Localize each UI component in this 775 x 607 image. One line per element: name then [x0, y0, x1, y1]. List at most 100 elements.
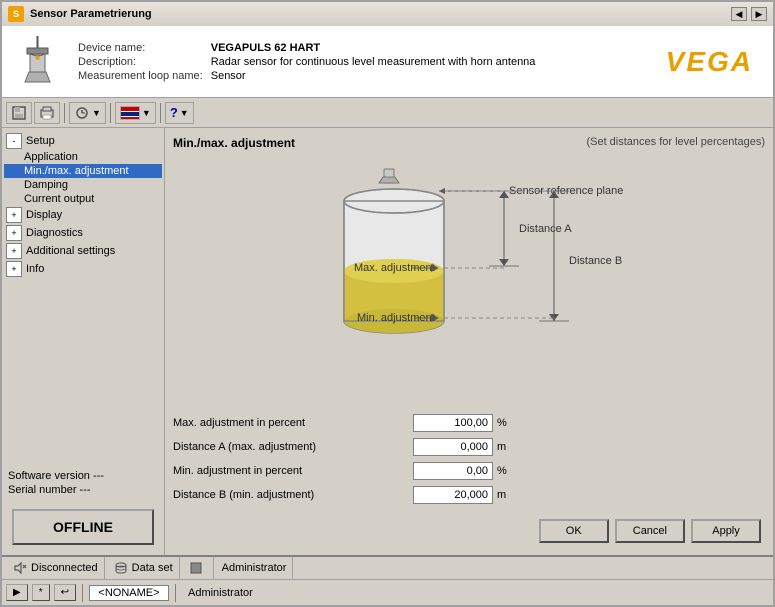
taskbar-sep-2 — [175, 584, 176, 602]
apply-button[interactable]: Apply — [691, 519, 761, 543]
additional-settings-label: Additional settings — [26, 245, 115, 257]
form-label-3: Distance B (min. adjustment) — [173, 489, 413, 501]
cancel-button[interactable]: Cancel — [615, 519, 685, 543]
offline-button[interactable]: OFFLINE — [12, 509, 154, 545]
min-max-label: Min./max. adjustment — [24, 165, 129, 177]
form-row-2: Min. adjustment in percent % — [173, 459, 765, 483]
form-area: Max. adjustment in percent % Distance A … — [173, 407, 765, 511]
application-label: Application — [24, 151, 78, 163]
taskbar-sep — [82, 584, 83, 602]
sidebar-item-damping[interactable]: Damping — [4, 178, 162, 192]
main-window: Device name: VEGAPULS 62 HART Descriptio… — [0, 26, 775, 607]
main-panel: Min./max. adjustment (Set distances for … — [165, 128, 773, 555]
ok-button[interactable]: OK — [539, 519, 609, 543]
display-expander[interactable]: + — [6, 207, 22, 223]
language-dropdown[interactable]: ▼ — [115, 102, 156, 124]
status-administrator: Administrator — [216, 557, 294, 579]
taskbar: ▶ * ↩ <NONAME> Administrator — [2, 579, 773, 605]
dataset-label: Data set — [132, 562, 173, 574]
status-dataset: Data set — [107, 557, 180, 579]
dataset-icon — [113, 560, 129, 576]
svg-text:Distance A: Distance A — [519, 223, 572, 235]
taskbar-name-field: <NONAME> — [89, 585, 169, 601]
min-adjustment-percent-input[interactable] — [413, 462, 493, 480]
additional-settings-expander[interactable]: + — [6, 243, 22, 259]
description-value: Radar sensor for continuous level measur… — [207, 55, 540, 69]
panel-subtitle: (Set distances for level percentages) — [586, 136, 765, 150]
device-icon — [12, 34, 62, 89]
save-button[interactable] — [6, 102, 32, 124]
distance-b-input[interactable] — [413, 486, 493, 504]
panel-title-row: Min./max. adjustment (Set distances for … — [173, 136, 765, 150]
diagram-svg: Sensor reference plane Distance A — [173, 156, 765, 356]
taskbar-admin-label: Administrator — [182, 587, 259, 599]
button-row: OK Cancel Apply — [173, 511, 765, 547]
setup-label: Setup — [26, 135, 55, 147]
description-label: Description: — [74, 55, 207, 69]
status-square — [182, 557, 214, 579]
sidebar-item-info[interactable]: + Info — [4, 260, 162, 278]
device-name-value: VEGAPULS 62 HART — [207, 41, 540, 55]
diagnostics-expander[interactable]: + — [6, 225, 22, 241]
toolbar-sep-3 — [160, 103, 161, 123]
measurement-loop-label: Measurement loop name: — [74, 69, 207, 83]
current-output-label: Current output — [24, 193, 94, 205]
sidebar-item-display[interactable]: + Display — [4, 206, 162, 224]
diagnostics-label: Diagnostics — [26, 227, 83, 239]
toolbar-sep-2 — [110, 103, 111, 123]
distance-a-input[interactable] — [413, 438, 493, 456]
toolbar: ▼ ▼ ? ▼ — [2, 98, 773, 128]
form-label-0: Max. adjustment in percent — [173, 417, 413, 429]
status-disconnected: Disconnected — [6, 557, 105, 579]
sidebar-item-additional-settings[interactable]: + Additional settings — [4, 242, 162, 260]
form-unit-3: m — [497, 489, 506, 501]
status-bar: Disconnected Data set Administrator — [2, 555, 773, 579]
disconnected-label: Disconnected — [31, 562, 98, 574]
info-expander[interactable]: + — [6, 261, 22, 277]
speaker-icon — [12, 560, 28, 576]
nav-forward-button[interactable]: ▶ — [751, 7, 767, 21]
title-bar-buttons: ◀ ▶ — [731, 7, 767, 21]
taskbar-play-button[interactable]: ▶ — [6, 584, 28, 601]
form-unit-1: m — [497, 441, 506, 453]
print-button[interactable] — [34, 102, 60, 124]
vega-logo: VEGA — [666, 46, 753, 78]
setup-expander[interactable]: - — [6, 133, 22, 149]
diagram-area: Sensor reference plane Distance A — [173, 156, 765, 401]
device-info: Device name: VEGAPULS 62 HART Descriptio… — [74, 41, 666, 83]
damping-label: Damping — [24, 179, 68, 191]
title-bar: S Sensor Parametrierung ◀ ▶ — [0, 0, 775, 26]
form-row-3: Distance B (min. adjustment) m — [173, 483, 765, 507]
tools-dropdown[interactable]: ▼ — [69, 102, 106, 124]
sidebar-item-application[interactable]: Application — [4, 150, 162, 164]
toolbar-sep-1 — [64, 103, 65, 123]
sidebar: - Setup Application Min./max. adjustment… — [2, 128, 165, 555]
administrator-label: Administrator — [222, 562, 287, 574]
display-label: Display — [26, 209, 62, 221]
form-label-2: Min. adjustment in percent — [173, 465, 413, 477]
title-bar-title: Sensor Parametrierung — [30, 8, 725, 20]
sidebar-item-current-output[interactable]: Current output — [4, 192, 162, 206]
form-row-1: Distance A (max. adjustment) m — [173, 435, 765, 459]
square-icon — [188, 560, 204, 576]
svg-text:Distance B: Distance B — [569, 255, 622, 267]
sidebar-item-setup[interactable]: - Setup — [4, 132, 162, 150]
sidebar-item-min-max[interactable]: Min./max. adjustment — [4, 164, 162, 178]
max-adjustment-percent-input[interactable] — [413, 414, 493, 432]
content-area: - Setup Application Min./max. adjustment… — [2, 128, 773, 555]
taskbar-asterisk-button[interactable]: * — [32, 584, 50, 601]
title-bar-icon: S — [8, 6, 24, 22]
form-label-1: Distance A (max. adjustment) — [173, 441, 413, 453]
sidebar-item-diagnostics[interactable]: + Diagnostics — [4, 224, 162, 242]
device-name-label: Device name: — [74, 41, 207, 55]
form-unit-2: % — [497, 465, 507, 477]
nav-back-button[interactable]: ◀ — [731, 7, 747, 21]
serial-number: Serial number --- — [8, 483, 158, 497]
taskbar-back-button[interactable]: ↩ — [54, 584, 76, 601]
help-dropdown[interactable]: ? ▼ — [165, 102, 194, 124]
sidebar-footer: Software version --- Serial number --- — [4, 463, 162, 503]
info-label: Info — [26, 263, 44, 275]
panel-title: Min./max. adjustment — [173, 136, 295, 150]
software-version: Software version --- — [8, 469, 158, 483]
form-unit-0: % — [497, 417, 507, 429]
